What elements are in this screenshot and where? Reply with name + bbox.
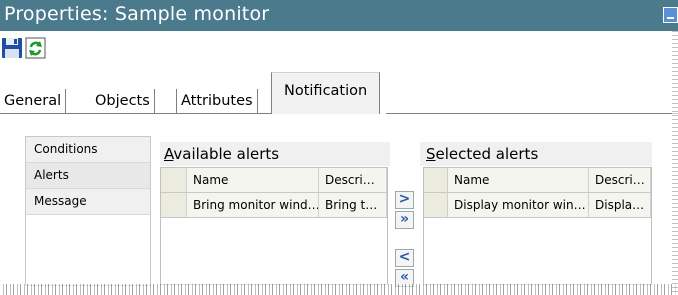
tab-attributes[interactable]: Attributes [176, 89, 258, 113]
sidebar-item-message[interactable]: Message [26, 189, 150, 215]
add-all-alerts-button[interactable]: » [395, 211, 414, 229]
column-header-description[interactable]: Descri… [589, 168, 651, 193]
row-header-corner [424, 168, 448, 193]
remove-alert-button[interactable]: < [395, 249, 414, 267]
refresh-arrows-icon [25, 37, 46, 59]
column-header-name[interactable]: Name [448, 168, 589, 193]
table-row-name[interactable]: Display monitor win… [448, 193, 589, 218]
floppy-disk-save-icon [2, 38, 22, 58]
column-header-description[interactable]: Descri… [319, 168, 387, 193]
tab-objects[interactable]: Objects [91, 89, 155, 113]
table-row-description[interactable]: Displa… [589, 193, 651, 218]
table-row-description[interactable]: Bring t… [319, 193, 387, 218]
tab-notification[interactable]: Notification [271, 72, 381, 114]
save-button[interactable] [1, 36, 23, 60]
window-title: Properties: Sample monitor [4, 3, 270, 25]
toolbar [0, 31, 678, 72]
selected-alerts-table[interactable]: Name Descri… Display monitor win… Displa… [423, 167, 652, 285]
column-header-name[interactable]: Name [187, 168, 319, 193]
row-selector[interactable] [424, 193, 448, 218]
row-selector[interactable] [161, 193, 187, 218]
torn-edge-bottom [0, 284, 678, 295]
minimize-window-button[interactable] [663, 7, 678, 23]
row-header-corner [161, 168, 187, 193]
notification-sidebar: Conditions Alerts Message [25, 136, 151, 286]
available-alerts-title: vailable alerts [173, 145, 280, 163]
mnemonic-letter: A [164, 145, 174, 163]
mnemonic-letter: S [426, 145, 436, 163]
available-alerts-table[interactable]: Name Descri… Bring monitor wind… Bring t… [160, 167, 388, 285]
torn-edge-right [672, 31, 678, 295]
selected-alerts-title: elected alerts [435, 145, 539, 163]
refresh-button[interactable] [25, 36, 47, 60]
title-bar: Properties: Sample monitor [0, 0, 678, 31]
table-row-name[interactable]: Bring monitor wind… [187, 193, 319, 218]
sidebar-item-alerts[interactable]: Alerts [26, 163, 150, 189]
add-alert-button[interactable]: > [395, 191, 414, 209]
available-alerts-heading: Available alerts [160, 142, 390, 166]
selected-alerts-heading: Selected alerts [420, 142, 652, 166]
tab-general[interactable]: General [0, 89, 67, 113]
tab-strip: General Objects Attributes Notification [0, 72, 678, 114]
sidebar-item-conditions[interactable]: Conditions [26, 137, 150, 163]
